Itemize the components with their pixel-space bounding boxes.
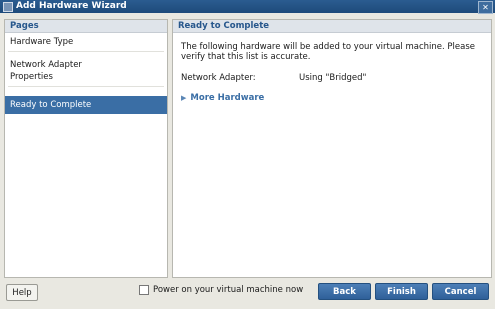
app-icon bbox=[3, 2, 13, 12]
pages-heading: Pages bbox=[5, 20, 167, 33]
intro-text: The following hardware will be added to … bbox=[181, 42, 475, 62]
page-title: Ready to Complete bbox=[173, 20, 491, 33]
sidebar-item-hardware-type[interactable]: Hardware Type bbox=[5, 33, 167, 51]
more-hardware-toggle[interactable]: ▶ More Hardware bbox=[181, 93, 483, 103]
adapter-value: Using "Bridged" bbox=[299, 73, 367, 83]
sidebar-item-ready-to-complete[interactable]: Ready to Complete bbox=[5, 96, 167, 114]
pages-panel: Pages Hardware Type Network Adapter Prop… bbox=[4, 19, 168, 278]
help-button[interactable]: Help bbox=[6, 284, 38, 301]
cancel-button[interactable]: Cancel bbox=[432, 283, 489, 300]
sidebar-item-label: Network Adapter Properties bbox=[10, 60, 82, 82]
more-hardware-label: More Hardware bbox=[190, 93, 265, 103]
window-title: Add Hardware Wizard bbox=[16, 1, 127, 11]
power-on-checkbox[interactable]: Power on your virtual machine now bbox=[139, 285, 303, 295]
divider bbox=[8, 51, 164, 52]
triangle-right-icon: ▶ bbox=[181, 94, 187, 102]
divider bbox=[8, 86, 164, 87]
content-area: The following hardware will be added to … bbox=[173, 33, 491, 112]
checkbox-box[interactable] bbox=[139, 285, 149, 295]
hardware-row: Network Adapter: Using "Bridged" bbox=[181, 73, 483, 83]
window-titlebar: Add Hardware Wizard ✕ bbox=[0, 0, 495, 14]
sidebar-item-label: Ready to Complete bbox=[10, 100, 92, 110]
main-panel: Ready to Complete The following hardware… bbox=[172, 19, 492, 278]
back-button[interactable]: Back bbox=[318, 283, 371, 300]
sidebar-item-network-adapter-properties[interactable]: Network Adapter Properties bbox=[5, 56, 167, 86]
adapter-label: Network Adapter: bbox=[181, 73, 256, 83]
close-icon[interactable]: ✕ bbox=[478, 1, 493, 14]
power-on-label: Power on your virtual machine now bbox=[153, 285, 304, 295]
sidebar-item-label: Hardware Type bbox=[10, 37, 74, 47]
finish-button[interactable]: Finish bbox=[375, 283, 428, 300]
